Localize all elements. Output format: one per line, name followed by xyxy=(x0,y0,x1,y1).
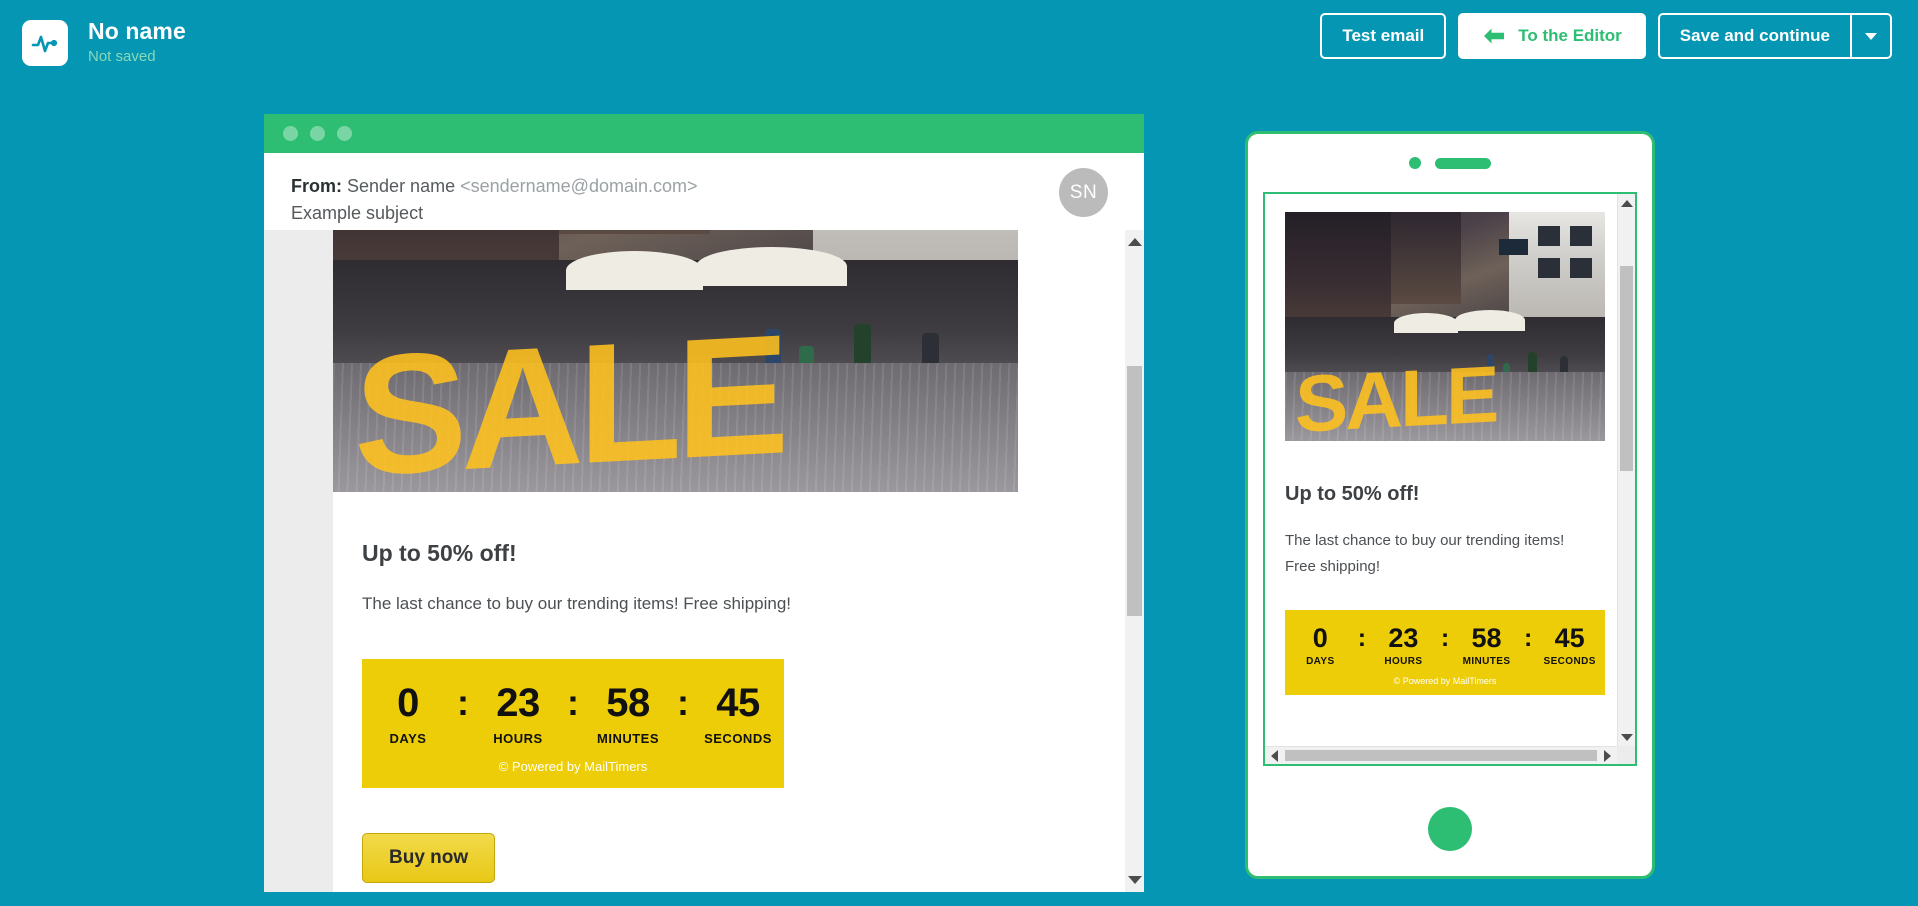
countdown-separator: : xyxy=(677,682,689,723)
email-content-desktop: SALE Up to 50% off! The last chance to b… xyxy=(333,230,1125,892)
countdown-separator: : xyxy=(1357,624,1367,652)
countdown-row: 0 DAYS : 23 HOURS : 58 MINUTES: 45 SECO… xyxy=(362,681,784,746)
window-dot-icon xyxy=(283,126,298,141)
chevron-down-icon xyxy=(1865,32,1877,40)
email-header: From: Sender name <sendername@domain.com… xyxy=(264,153,1144,230)
mobile-preview-panel: SALE Up to 50% off! The last chance to b… xyxy=(1245,131,1655,879)
desktop-preview-body: SALE Up to 50% off! The last chance to b… xyxy=(264,230,1144,892)
countdown-separator: : xyxy=(1523,624,1533,652)
countdown-label: DAYS xyxy=(389,731,427,746)
countdown-separator: : xyxy=(567,682,579,723)
countdown-unit-days: 0 DAYS xyxy=(364,681,452,746)
scroll-down-arrow-icon[interactable] xyxy=(1620,734,1633,741)
scrollbar-thumb[interactable] xyxy=(1127,366,1142,616)
countdown-timer: 0 DAYS : 23 HOURS : 58 MINUTES: 45 SECO… xyxy=(362,659,784,788)
countdown-value: 45 xyxy=(716,681,760,725)
email-subject: Example subject xyxy=(291,203,424,223)
page-title: No name xyxy=(88,18,186,44)
countdown-label: MINUTES xyxy=(597,731,659,746)
mobile-vertical-scrollbar[interactable] xyxy=(1617,194,1635,746)
desktop-preview-scrollbar[interactable] xyxy=(1125,230,1144,892)
from-label: From: xyxy=(291,176,342,196)
countdown-label: SECONDS xyxy=(1543,656,1596,667)
countdown-label: MINUTES xyxy=(1462,656,1511,667)
scroll-down-arrow-icon[interactable] xyxy=(1127,876,1142,884)
paragraph-line-1: The last chance to buy our trending item… xyxy=(1285,532,1565,549)
to-the-editor-button[interactable]: To the Editor xyxy=(1458,13,1646,59)
topbar-actions: Test email To the Editor Save and contin… xyxy=(1320,13,1892,59)
mobile-speaker-area xyxy=(1248,134,1652,192)
email-paragraph: The last chance to buy our trending item… xyxy=(362,594,792,613)
countdown-value: 0 xyxy=(397,681,419,725)
countdown-value: 23 xyxy=(1388,623,1419,653)
countdown-value: 58 xyxy=(1471,623,1502,653)
sale-photo: SALE xyxy=(333,230,1018,492)
countdown-value: 45 xyxy=(1554,623,1585,653)
buy-now-button[interactable]: Buy now xyxy=(362,833,496,883)
scrollbar-thumb[interactable] xyxy=(1285,750,1597,761)
email-left-gutter xyxy=(264,230,333,892)
sender-email: <sendername@domain.com> xyxy=(460,176,698,196)
hero-image: SALE xyxy=(333,230,1018,492)
countdown-value: 23 xyxy=(496,681,540,725)
scrollbar-thumb[interactable] xyxy=(1620,266,1633,471)
brand-text: No name Not saved xyxy=(88,18,186,68)
email-heading-mobile: Up to 50% off! xyxy=(1285,483,1420,505)
countdown-separator: : xyxy=(1440,624,1450,652)
countdown-credit: © Powered by MailTimers xyxy=(1393,676,1497,686)
camera-dot-icon xyxy=(1409,157,1421,169)
countdown-value: 58 xyxy=(606,681,650,725)
scroll-left-arrow-icon[interactable] xyxy=(1271,749,1278,762)
countdown-value: 0 xyxy=(1312,623,1328,653)
desktop-preview-panel: From: Sender name <sendername@domain.com… xyxy=(264,114,1144,892)
save-status: Not saved xyxy=(88,48,156,65)
sender-name: Sender name xyxy=(347,176,456,196)
countdown-label: HOURS xyxy=(1384,656,1423,667)
countdown-separator: : xyxy=(457,682,469,723)
scroll-up-arrow-icon[interactable] xyxy=(1127,238,1142,246)
email-from-line: From: Sender name <sendername@domain.com… xyxy=(291,173,1144,199)
scrollbar-corner xyxy=(1617,746,1635,764)
countdown-unit-seconds: 45 SECONDS xyxy=(1534,623,1605,667)
app-topbar: No name Not saved Test email To the Edit… xyxy=(0,0,1918,85)
window-dot-icon xyxy=(337,126,352,141)
save-options-dropdown-button[interactable] xyxy=(1850,13,1892,59)
countdown-timer-mobile: 0 DAYS : 23 HOURS : 58 MINUTES : 45 SECO… xyxy=(1285,610,1605,695)
mobile-horizontal-scrollbar[interactable] xyxy=(1265,746,1617,764)
desktop-preview-titlebar xyxy=(264,114,1144,153)
countdown-unit-days: 0 DAYS xyxy=(1285,623,1356,667)
countdown-credit: © Powered by MailTimers xyxy=(498,759,648,774)
countdown-unit-minutes: 58 MINUTES xyxy=(1451,623,1522,667)
paragraph-line-2: Free shipping! xyxy=(1285,558,1381,575)
pulse-logo-icon[interactable] xyxy=(22,20,68,66)
test-email-button[interactable]: Test email xyxy=(1320,13,1447,59)
home-button-icon[interactable] xyxy=(1428,807,1472,851)
speaker-grill-icon xyxy=(1435,157,1491,169)
avatar: SN xyxy=(1059,168,1108,217)
to-the-editor-label: To the Editor xyxy=(1518,26,1622,45)
email-paragraph-mobile: The last chance to buy our trending item… xyxy=(1285,528,1597,580)
email-content-mobile: SALE Up to 50% off! The last chance to b… xyxy=(1265,194,1617,746)
countdown-label: DAYS xyxy=(1306,656,1335,667)
email-heading: Up to 50% off! xyxy=(362,540,517,566)
countdown-row: 0 DAYS : 23 HOURS : 58 MINUTES : 45 SECO… xyxy=(1285,623,1605,667)
countdown-unit-minutes: 58 MINUTES xyxy=(584,681,672,746)
countdown-label: HOURS xyxy=(493,731,543,746)
countdown-unit-hours: 23 HOURS xyxy=(474,681,562,746)
countdown-unit-seconds: 45 SECONDS xyxy=(694,681,782,746)
mobile-screen: SALE Up to 50% off! The last chance to b… xyxy=(1263,192,1637,766)
save-and-continue-button[interactable]: Save and continue xyxy=(1657,13,1850,59)
brand-block: No name Not saved xyxy=(22,18,186,68)
save-and-continue-group: Save and continue xyxy=(1657,13,1892,59)
scroll-up-arrow-icon[interactable] xyxy=(1620,200,1633,207)
scroll-right-arrow-icon[interactable] xyxy=(1604,749,1611,762)
sale-photo: SALE xyxy=(1285,212,1605,441)
arrow-left-icon xyxy=(1482,27,1506,45)
window-dot-icon xyxy=(310,126,325,141)
hero-image-mobile: SALE xyxy=(1285,212,1605,441)
countdown-unit-hours: 23 HOURS xyxy=(1368,623,1439,667)
countdown-label: SECONDS xyxy=(704,731,772,746)
